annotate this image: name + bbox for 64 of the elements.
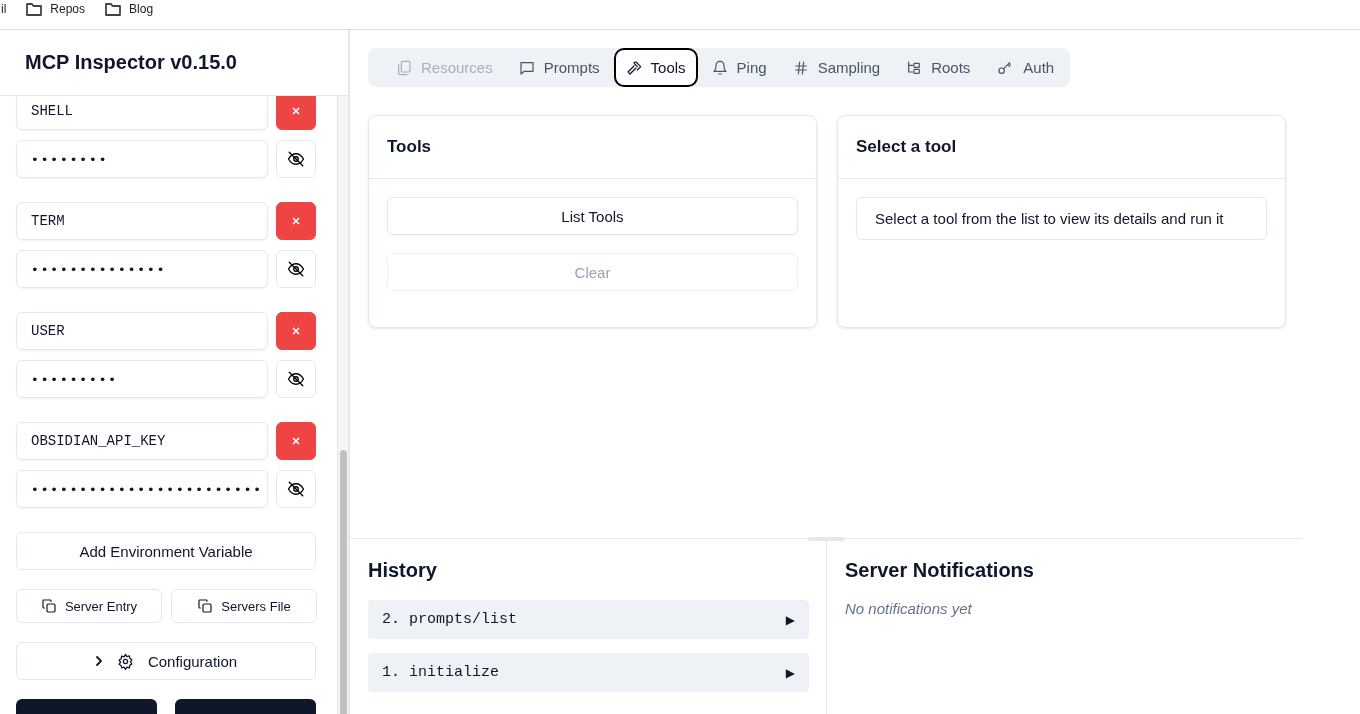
hash-icon bbox=[792, 59, 809, 76]
env-key-field[interactable]: SHELL bbox=[16, 96, 268, 130]
close-icon bbox=[291, 326, 301, 336]
bell-icon bbox=[711, 59, 728, 76]
empty-message: No notifications yet bbox=[845, 600, 973, 617]
remove-button[interactable] bbox=[276, 422, 316, 460]
copy-icon bbox=[40, 598, 57, 614]
folder-tree-icon bbox=[906, 59, 923, 76]
add-env-button[interactable]: Add Environment Variable bbox=[16, 532, 316, 570]
bookmark-link[interactable]: il bbox=[1, 2, 7, 16]
hammer-icon bbox=[625, 59, 642, 76]
info-message: Select a tool from the list to view its details and run it bbox=[856, 197, 1267, 240]
expand-toggle[interactable]: ▶ bbox=[785, 612, 795, 627]
close-icon bbox=[291, 436, 301, 446]
tab[interactable]: Sampling bbox=[780, 48, 893, 87]
eye-off-icon bbox=[287, 260, 305, 278]
tab[interactable]: Tools bbox=[613, 48, 698, 87]
tab[interactable]: Ping bbox=[699, 48, 779, 87]
scrollbar-thumb[interactable] bbox=[340, 450, 347, 714]
eye-off-icon bbox=[287, 480, 305, 498]
copy-button[interactable]: Servers File bbox=[171, 589, 317, 623]
visibility-toggle[interactable] bbox=[276, 360, 316, 398]
env-key-field[interactable]: OBSIDIAN_API_KEY bbox=[16, 422, 268, 460]
close-icon bbox=[291, 106, 301, 116]
remove-button[interactable] bbox=[276, 202, 316, 240]
configuration-button[interactable]: Configuration bbox=[16, 642, 316, 680]
env-value-field[interactable]: •••••••••••••• bbox=[16, 250, 268, 288]
card-title: Tools bbox=[369, 116, 816, 179]
close-icon bbox=[291, 216, 301, 226]
remove-button[interactable] bbox=[276, 312, 316, 350]
bookmark-link[interactable]: Repos bbox=[50, 2, 86, 16]
env-value-field[interactable]: •••••••• bbox=[16, 140, 268, 178]
tab[interactable]: Roots bbox=[894, 48, 983, 87]
settings-icon bbox=[116, 652, 134, 670]
speech-bubble-icon bbox=[518, 59, 535, 76]
action-button[interactable]: List Tools bbox=[387, 197, 798, 235]
scrollbar-track[interactable] bbox=[337, 96, 348, 714]
folder-icon bbox=[105, 2, 122, 16]
tab[interactable]: Prompts bbox=[506, 48, 612, 87]
copy-button[interactable]: Server Entry bbox=[16, 589, 162, 623]
expand-toggle[interactable]: ▶ bbox=[785, 665, 795, 680]
env-key-field[interactable]: USER bbox=[16, 312, 268, 350]
visibility-toggle[interactable] bbox=[276, 470, 316, 508]
history-item[interactable]: 1. initialize ▶ bbox=[368, 653, 809, 692]
chevron-right-icon bbox=[94, 654, 103, 667]
visibility-toggle[interactable] bbox=[276, 140, 316, 178]
section-title: Server Notifications bbox=[845, 559, 1035, 582]
remove-button[interactable] bbox=[276, 96, 316, 130]
env-value-field[interactable]: •••••••••••••••••••••••• bbox=[16, 470, 268, 508]
tab[interactable]: Auth bbox=[984, 48, 1067, 87]
history-label: 2. prompts/list bbox=[382, 611, 518, 628]
history-label: 1. initialize bbox=[382, 664, 500, 681]
visibility-toggle[interactable] bbox=[276, 250, 316, 288]
files-icon bbox=[396, 59, 412, 76]
history-item[interactable]: 2. prompts/list ▶ bbox=[368, 600, 809, 639]
copy-icon bbox=[197, 598, 214, 614]
bookmark-link[interactable]: Blog bbox=[129, 2, 154, 16]
eye-off-icon bbox=[287, 370, 305, 388]
env-key-field[interactable]: TERM bbox=[16, 202, 268, 240]
folder-icon bbox=[26, 2, 43, 16]
card-title: Select a tool bbox=[838, 116, 1285, 179]
env-value-field[interactable]: ••••••••• bbox=[16, 360, 268, 398]
section-title: History bbox=[368, 559, 438, 582]
eye-off-icon bbox=[287, 150, 305, 168]
